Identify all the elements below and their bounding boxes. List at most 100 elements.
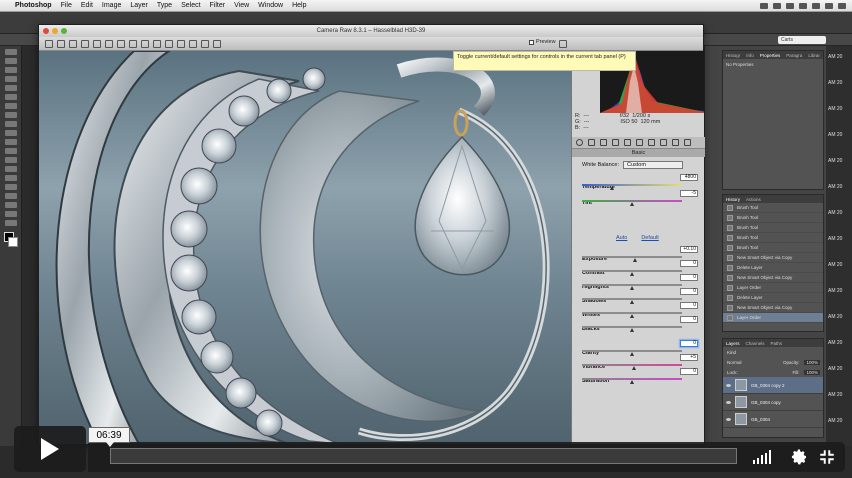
default-link[interactable]: Default bbox=[641, 235, 658, 241]
workspace-select[interactable]: Carts bbox=[778, 36, 826, 44]
path-select-icon[interactable] bbox=[4, 193, 17, 199]
slider-value-field[interactable]: 0 bbox=[680, 274, 698, 281]
crop-tool-icon[interactable] bbox=[4, 85, 17, 91]
dodge-tool-icon[interactable] bbox=[4, 166, 17, 172]
menu-type[interactable]: Type bbox=[157, 2, 172, 9]
layer-row[interactable]: GB_0304 copy bbox=[723, 394, 823, 411]
history-item[interactable]: Brush Tool bbox=[723, 213, 823, 223]
slider-value-field[interactable]: 0 bbox=[680, 316, 698, 323]
menu-file[interactable]: File bbox=[61, 2, 72, 9]
fill-field[interactable]: 100% bbox=[804, 369, 820, 375]
history-item[interactable]: Brush Tool bbox=[723, 203, 823, 213]
fullscreen-icon[interactable] bbox=[818, 448, 836, 466]
history-item[interactable]: New Smart Object via Copy bbox=[723, 273, 823, 283]
slider-track[interactable] bbox=[582, 256, 682, 258]
detail-tab-icon[interactable] bbox=[600, 139, 607, 146]
eyedropper-tool-icon[interactable] bbox=[4, 94, 17, 100]
settings-gear-icon[interactable] bbox=[790, 448, 808, 466]
hand-tool-icon[interactable] bbox=[57, 40, 65, 48]
effects-tab-icon[interactable] bbox=[648, 139, 655, 146]
blend-mode-select[interactable]: Normal bbox=[727, 360, 742, 365]
tab-channels[interactable]: Channels bbox=[746, 341, 765, 346]
fullscreen-icon[interactable] bbox=[559, 40, 567, 48]
history-item[interactable]: Brush Tool bbox=[723, 223, 823, 233]
healing-tool-icon[interactable] bbox=[4, 103, 17, 109]
menu-select[interactable]: Select bbox=[181, 2, 200, 9]
zoom-tool-icon[interactable] bbox=[4, 220, 17, 226]
history-item[interactable]: Delete Layer bbox=[723, 293, 823, 303]
layer-kind-select[interactable]: Kind bbox=[727, 350, 736, 355]
menu-filter[interactable]: Filter bbox=[210, 2, 226, 9]
spotlight-icon[interactable] bbox=[825, 2, 833, 9]
presets-tab-icon[interactable] bbox=[672, 139, 679, 146]
eraser-tool-icon[interactable] bbox=[4, 139, 17, 145]
slider-value-field[interactable]: +0.10 bbox=[680, 246, 698, 253]
eye-icon[interactable] bbox=[726, 417, 731, 421]
slider-value-field[interactable]: 4800 bbox=[680, 174, 698, 181]
gradient-tool-icon[interactable] bbox=[4, 148, 17, 154]
brush-tool-icon[interactable] bbox=[4, 112, 17, 118]
rotate-right-icon[interactable] bbox=[213, 40, 221, 48]
marquee-tool-icon[interactable] bbox=[4, 58, 17, 64]
progress-bar[interactable] bbox=[110, 448, 737, 464]
history-item[interactable]: Layer Order bbox=[723, 283, 823, 293]
minimize-window-icon[interactable] bbox=[52, 28, 58, 34]
slider-thumb[interactable] bbox=[630, 380, 634, 384]
slider-value-field[interactable]: +5 bbox=[680, 354, 698, 361]
slider-value-field[interactable]: 0 bbox=[680, 368, 698, 375]
graduated-filter-icon[interactable] bbox=[165, 40, 173, 48]
menu-edit[interactable]: Edit bbox=[81, 2, 93, 9]
menu-list-icon[interactable] bbox=[838, 2, 846, 9]
menu-photoshop[interactable]: Photoshop bbox=[15, 2, 52, 9]
slider-thumb[interactable] bbox=[630, 202, 634, 206]
slider-value-field[interactable]: 0 bbox=[680, 260, 698, 267]
rotate-left-icon[interactable] bbox=[201, 40, 209, 48]
red-eye-icon[interactable] bbox=[141, 40, 149, 48]
adjustment-brush-icon[interactable] bbox=[153, 40, 161, 48]
shape-tool-icon[interactable] bbox=[4, 202, 17, 208]
tab-paths[interactable]: Paths bbox=[771, 341, 783, 346]
tab-history[interactable]: History bbox=[726, 197, 740, 202]
lens-corrections-tab-icon[interactable] bbox=[636, 139, 643, 146]
tab-properties[interactable]: Properties bbox=[760, 53, 781, 58]
crop-tool-icon[interactable] bbox=[105, 40, 113, 48]
menu-window[interactable]: Window bbox=[258, 2, 283, 9]
slider-value-field[interactable]: 0 bbox=[680, 288, 698, 295]
zoom-tool-icon[interactable] bbox=[45, 40, 53, 48]
spot-removal-icon[interactable] bbox=[129, 40, 137, 48]
menu-view[interactable]: View bbox=[234, 2, 249, 9]
history-item[interactable]: Brush Tool bbox=[723, 243, 823, 253]
history-item[interactable]: Delete Layer bbox=[723, 263, 823, 273]
tab-histogram[interactable]: Histogr bbox=[726, 53, 740, 58]
slider-thumb[interactable] bbox=[610, 186, 614, 190]
volume-icon[interactable] bbox=[799, 2, 807, 9]
move-tool-icon[interactable] bbox=[4, 49, 17, 55]
zoom-window-icon[interactable] bbox=[61, 28, 67, 34]
status-icon[interactable] bbox=[773, 2, 781, 9]
eye-icon[interactable] bbox=[726, 400, 731, 404]
hsl-tab-icon[interactable] bbox=[612, 139, 619, 146]
history-brush-icon[interactable] bbox=[4, 130, 17, 136]
lasso-tool-icon[interactable] bbox=[4, 67, 17, 73]
slider-value-field[interactable]: 0 bbox=[680, 340, 698, 347]
tab-actions[interactable]: Actions bbox=[746, 197, 761, 202]
blur-tool-icon[interactable] bbox=[4, 157, 17, 163]
tab-layers[interactable]: Layers bbox=[726, 341, 740, 346]
layer-row[interactable]: GB_0304 bbox=[723, 411, 823, 428]
history-item[interactable]: New Smart Object via Copy bbox=[723, 253, 823, 263]
menu-layer[interactable]: Layer bbox=[130, 2, 148, 9]
stamp-tool-icon[interactable] bbox=[4, 121, 17, 127]
quick-select-tool-icon[interactable] bbox=[4, 76, 17, 82]
type-tool-icon[interactable] bbox=[4, 184, 17, 190]
split-toning-tab-icon[interactable] bbox=[624, 139, 631, 146]
hand-tool-icon[interactable] bbox=[4, 211, 17, 217]
tab-info[interactable]: Info bbox=[746, 53, 754, 58]
opacity-field[interactable]: 100% bbox=[804, 359, 820, 365]
tab-paragraph[interactable]: Paragra bbox=[786, 53, 802, 58]
close-window-icon[interactable] bbox=[43, 28, 49, 34]
volume-icon[interactable] bbox=[753, 450, 771, 464]
slider-track[interactable] bbox=[582, 184, 682, 186]
preview-toggle[interactable]: Preview bbox=[529, 39, 556, 45]
preview-checkbox[interactable] bbox=[529, 39, 534, 45]
menu-image[interactable]: Image bbox=[102, 2, 121, 9]
